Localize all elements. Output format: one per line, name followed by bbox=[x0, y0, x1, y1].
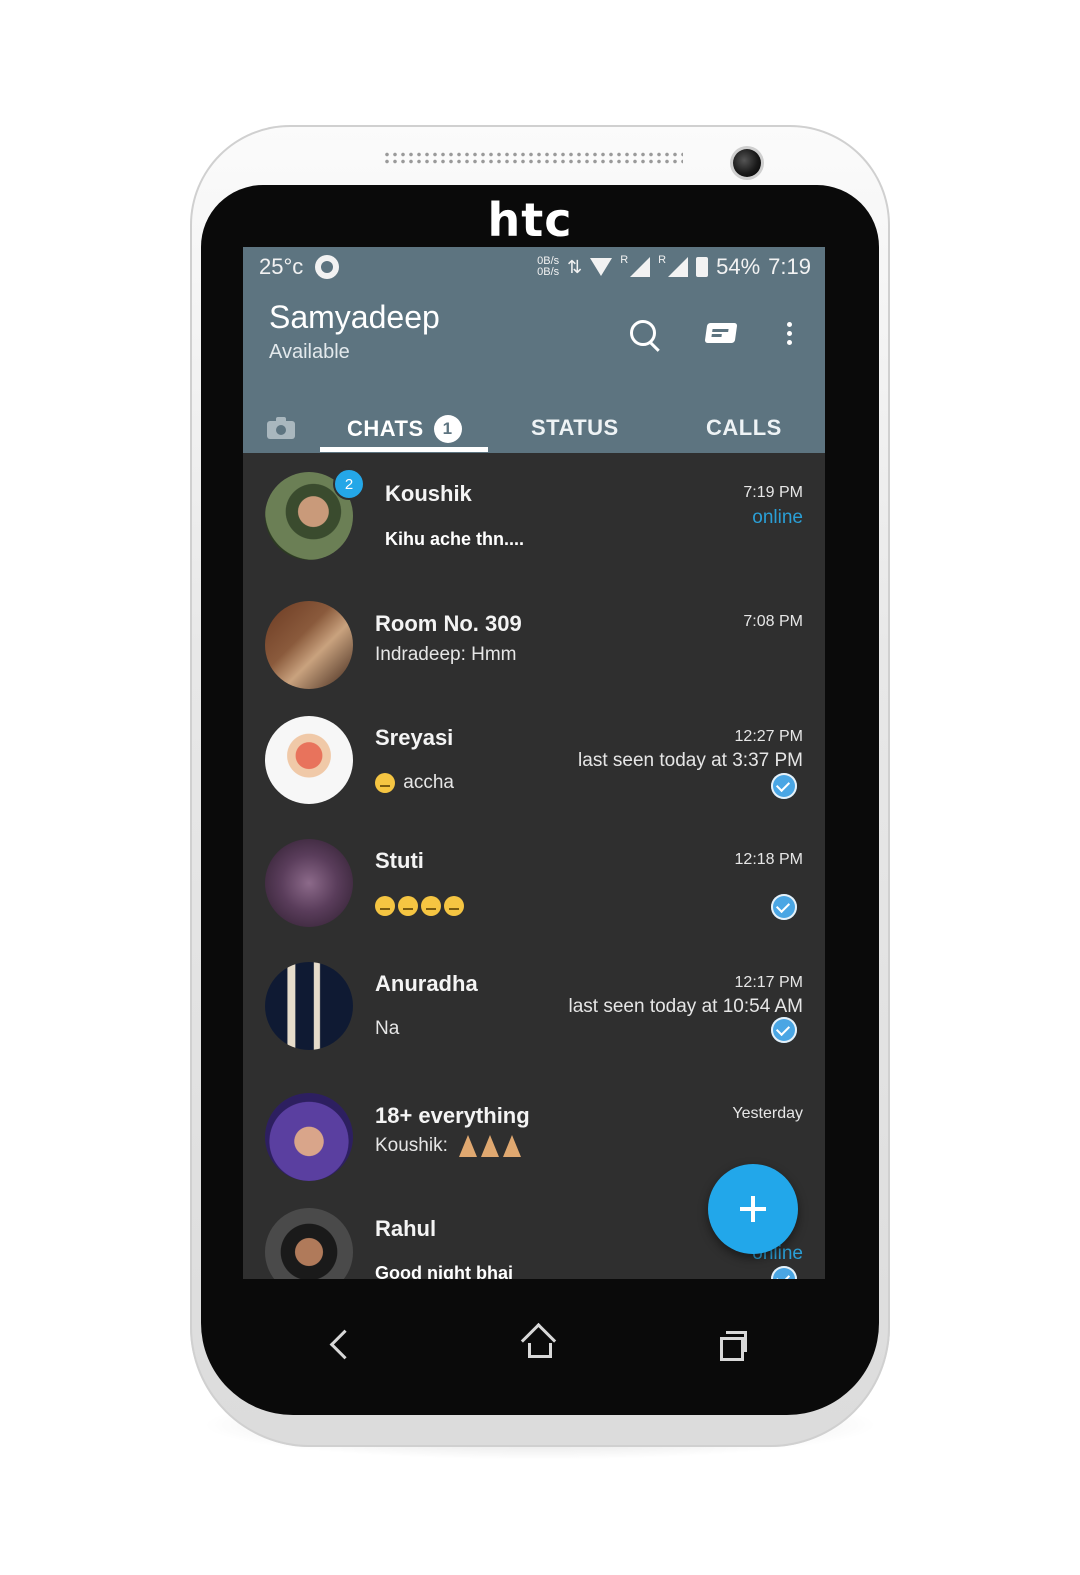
chat-name: Anuradha bbox=[375, 971, 478, 996]
chat-time: 12:18 PM bbox=[734, 851, 803, 868]
front-camera bbox=[733, 149, 761, 177]
battery-icon bbox=[696, 257, 709, 277]
recent-apps-icon[interactable] bbox=[708, 1322, 758, 1366]
chat-time: Yesterday bbox=[732, 1105, 803, 1122]
chat-name: 18+ everything bbox=[375, 1103, 530, 1128]
chat-presence: online bbox=[752, 507, 803, 528]
tab-chats[interactable]: CHATS 1 bbox=[347, 415, 462, 443]
unamused-emoji bbox=[421, 895, 441, 916]
chat-name: Stuti bbox=[375, 848, 424, 873]
new-chat-fab[interactable] bbox=[708, 1164, 798, 1254]
status-left: 25°c bbox=[259, 254, 340, 280]
chat-presence: last seen today at 10:54 AM bbox=[568, 996, 804, 1017]
chat-preview-text: accha bbox=[403, 772, 454, 793]
pray-emoji bbox=[481, 1135, 500, 1157]
tab-status[interactable]: STATUS bbox=[531, 415, 619, 441]
avatar[interactable] bbox=[265, 1093, 353, 1181]
status-right: 0B/s 0B/s ⇅ R R 54% 7:19 bbox=[537, 254, 811, 280]
chat-list: 2 Koushik Kihu ache thn.... 7:19 PM onli… bbox=[243, 453, 825, 1279]
unamused-emoji bbox=[398, 895, 418, 916]
read-receipt-icon bbox=[771, 773, 797, 799]
unread-badge: 2 bbox=[333, 468, 365, 500]
chat-preview: Good night bhai bbox=[375, 1263, 513, 1279]
profile-name[interactable]: Samyadeep bbox=[269, 299, 440, 336]
clock: 7:19 bbox=[768, 254, 811, 279]
chat-row-anuradha[interactable]: Anuradha Na 12:17 PM last seen today at … bbox=[243, 952, 825, 1075]
whatsapp-icon bbox=[315, 255, 340, 279]
tab-indicator bbox=[320, 447, 488, 452]
avatar[interactable] bbox=[265, 601, 353, 689]
roaming-indicator-2: R bbox=[658, 254, 667, 266]
chat-preview: accha bbox=[375, 772, 454, 794]
chat-row-room-309[interactable]: Room No. 309 Indradeep: Hmm 7:08 PM bbox=[243, 583, 825, 706]
tab-chats-badge: 1 bbox=[433, 415, 462, 443]
chat-row-koushik[interactable]: 2 Koushik Kihu ache thn.... 7:19 PM onli… bbox=[243, 453, 825, 583]
navigation-bar bbox=[243, 1300, 825, 1390]
chat-name: Rahul bbox=[375, 1216, 437, 1241]
chat-time: 7:19 PM bbox=[743, 484, 803, 501]
chat-name: Room No. 309 bbox=[375, 611, 522, 636]
read-receipt-icon bbox=[771, 1017, 797, 1043]
chat-preview: Koushik: bbox=[375, 1135, 525, 1157]
signal-icon-2 bbox=[668, 257, 689, 277]
screen: 25°c 0B/s 0B/s ⇅ R R 54% 7:19 Samyadeep … bbox=[243, 247, 825, 1279]
back-icon[interactable] bbox=[315, 1322, 365, 1366]
pray-emoji bbox=[459, 1135, 478, 1157]
temperature: 25°c bbox=[259, 254, 304, 279]
data-arrows-icon: ⇅ bbox=[567, 256, 583, 277]
unamused-emoji bbox=[444, 895, 464, 916]
chat-name: Sreyasi bbox=[375, 725, 454, 750]
profile-status: Available bbox=[269, 341, 350, 363]
wifi-icon bbox=[590, 258, 613, 276]
chat-time: 12:27 PM bbox=[734, 728, 803, 745]
camera-icon[interactable] bbox=[267, 417, 295, 439]
avatar[interactable] bbox=[265, 962, 353, 1050]
home-icon[interactable] bbox=[513, 1322, 563, 1366]
plus-icon bbox=[740, 1196, 766, 1222]
avatar[interactable] bbox=[265, 716, 353, 804]
earpiece-speaker bbox=[383, 151, 683, 165]
chat-time: 7:08 PM bbox=[743, 613, 803, 630]
read-receipt-icon bbox=[771, 1266, 797, 1279]
chat-preview bbox=[375, 895, 467, 917]
chat-name: Koushik bbox=[385, 481, 472, 506]
tab-calls[interactable]: CALLS bbox=[706, 415, 782, 441]
chat-preview: Indradeep: Hmm bbox=[375, 644, 517, 665]
app-bar: Samyadeep Available CHATS 1 STATUS CALLS bbox=[243, 285, 825, 453]
tab-calls-label: CALLS bbox=[706, 415, 782, 440]
tab-bar: CHATS 1 STATUS CALLS bbox=[243, 405, 825, 453]
new-message-icon[interactable] bbox=[701, 313, 741, 353]
signal-icon-1 bbox=[630, 257, 651, 277]
status-bar: 25°c 0B/s 0B/s ⇅ R R 54% 7:19 bbox=[243, 247, 825, 285]
avatar[interactable] bbox=[265, 839, 353, 927]
roaming-indicator-1: R bbox=[620, 254, 629, 266]
search-icon[interactable] bbox=[623, 313, 663, 353]
thinking-emoji bbox=[375, 772, 395, 793]
battery-percent: 54% bbox=[716, 254, 761, 279]
more-options-icon[interactable] bbox=[769, 313, 809, 353]
tab-chats-label: CHATS bbox=[347, 416, 424, 441]
chat-row-stuti[interactable]: Stuti 12:18 PM bbox=[243, 829, 825, 952]
unamused-emoji bbox=[375, 895, 395, 916]
chat-presence: last seen today at 3:37 PM bbox=[578, 750, 803, 771]
tab-status-label: STATUS bbox=[531, 415, 619, 440]
chat-preview-text: Koushik: bbox=[375, 1135, 448, 1157]
brand-logo: htc bbox=[487, 193, 573, 247]
pray-emoji bbox=[503, 1135, 522, 1157]
chat-time: 12:17 PM bbox=[734, 974, 803, 991]
chat-preview: Kihu ache thn.... bbox=[385, 529, 525, 549]
read-receipt-icon bbox=[771, 894, 797, 920]
network-speed: 0B/s 0B/s bbox=[537, 256, 559, 278]
chat-row-sreyasi[interactable]: Sreyasi accha 12:27 PM last seen today a… bbox=[243, 706, 825, 829]
chat-preview: Na bbox=[375, 1018, 400, 1039]
avatar[interactable] bbox=[265, 1208, 353, 1279]
net-down: 0B/s bbox=[537, 266, 560, 278]
